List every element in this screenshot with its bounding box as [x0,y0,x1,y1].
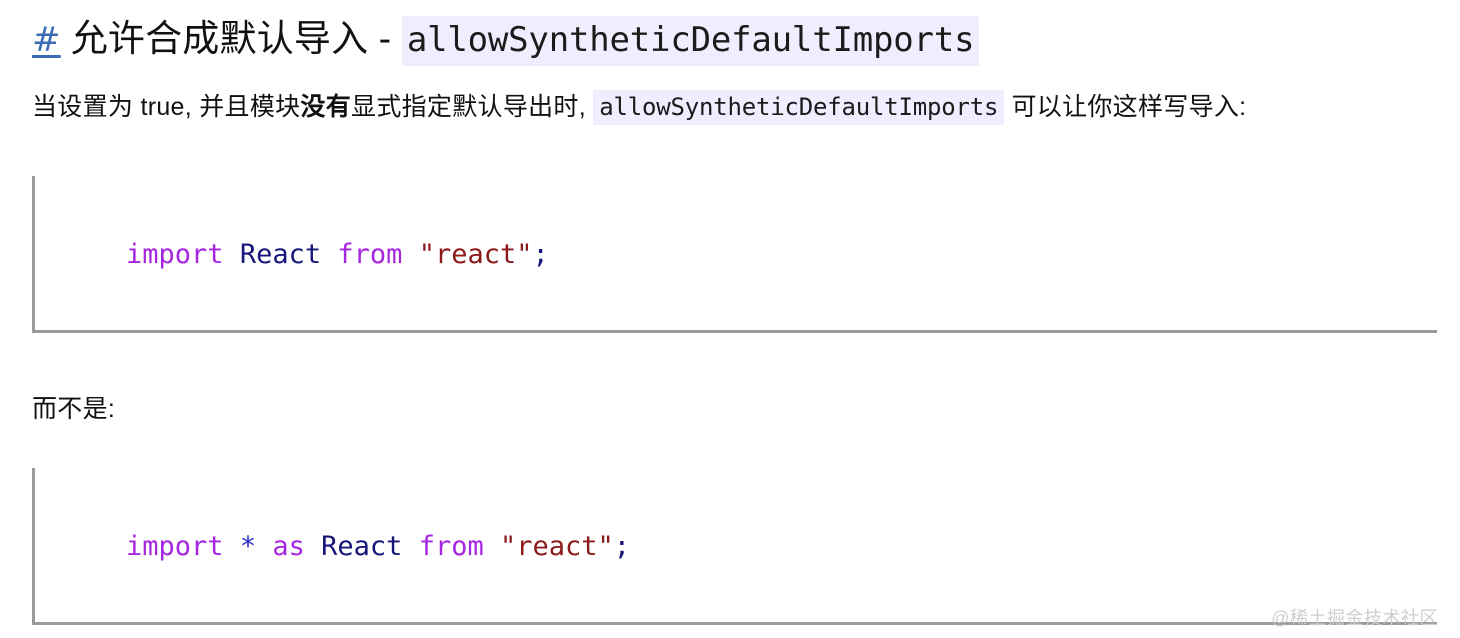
code-token-operator: * [239,530,257,562]
code-token-keyword: import [126,238,224,270]
code-token-keyword: from [418,530,484,562]
page-heading: # 允许合成默认导入 - allowSyntheticDefaultImports [32,0,1436,66]
heading-inline-code: allowSyntheticDefaultImports [401,16,980,66]
code-token-punctuation: ; [613,530,631,562]
code-token-keyword: as [272,530,305,562]
code-block-react-default-import: import React from "react"; [32,175,1437,333]
code-token-punctuation: ; [532,238,549,270]
code-line: import React from "react"; [126,239,549,270]
intro-text-bold: 没有 [300,92,352,121]
code-token-string: "react" [418,238,533,270]
heading-title-text: 允许合成默认导入 [70,18,369,59]
code-token-keyword: from [337,238,403,270]
intro-text-part2: 显式指定默认导出时, [351,92,586,121]
heading-anchor-icon[interactable]: # [32,20,61,60]
code-token-identifier: React [321,530,403,562]
intro-text-part3: 可以让你这样写导入: [1011,92,1247,121]
watermark-label: @稀土掘金技术社区 [1271,608,1438,628]
code-token-keyword: import [126,530,224,562]
heading-dash: - [378,18,392,59]
intro-paragraph: 当设置为 true, 并且模块没有显式指定默认导出时, allowSynthet… [32,64,1432,130]
code-line: import * as React from "react"; [126,531,630,562]
code-block-react-namespace-import: import * as React from "react"; [32,467,1437,625]
intro-inline-code: allowSyntheticDefaultImports [593,89,1005,125]
document-page: # 允许合成默认导入 - allowSyntheticDefaultImports… [0,0,1460,638]
code-token-identifier: React [239,238,322,270]
code-token-string: "react" [500,530,614,562]
else-paragraph: 而不是: [32,394,116,423]
intro-text-part1: 当设置为 true, 并且模块 [32,92,301,121]
